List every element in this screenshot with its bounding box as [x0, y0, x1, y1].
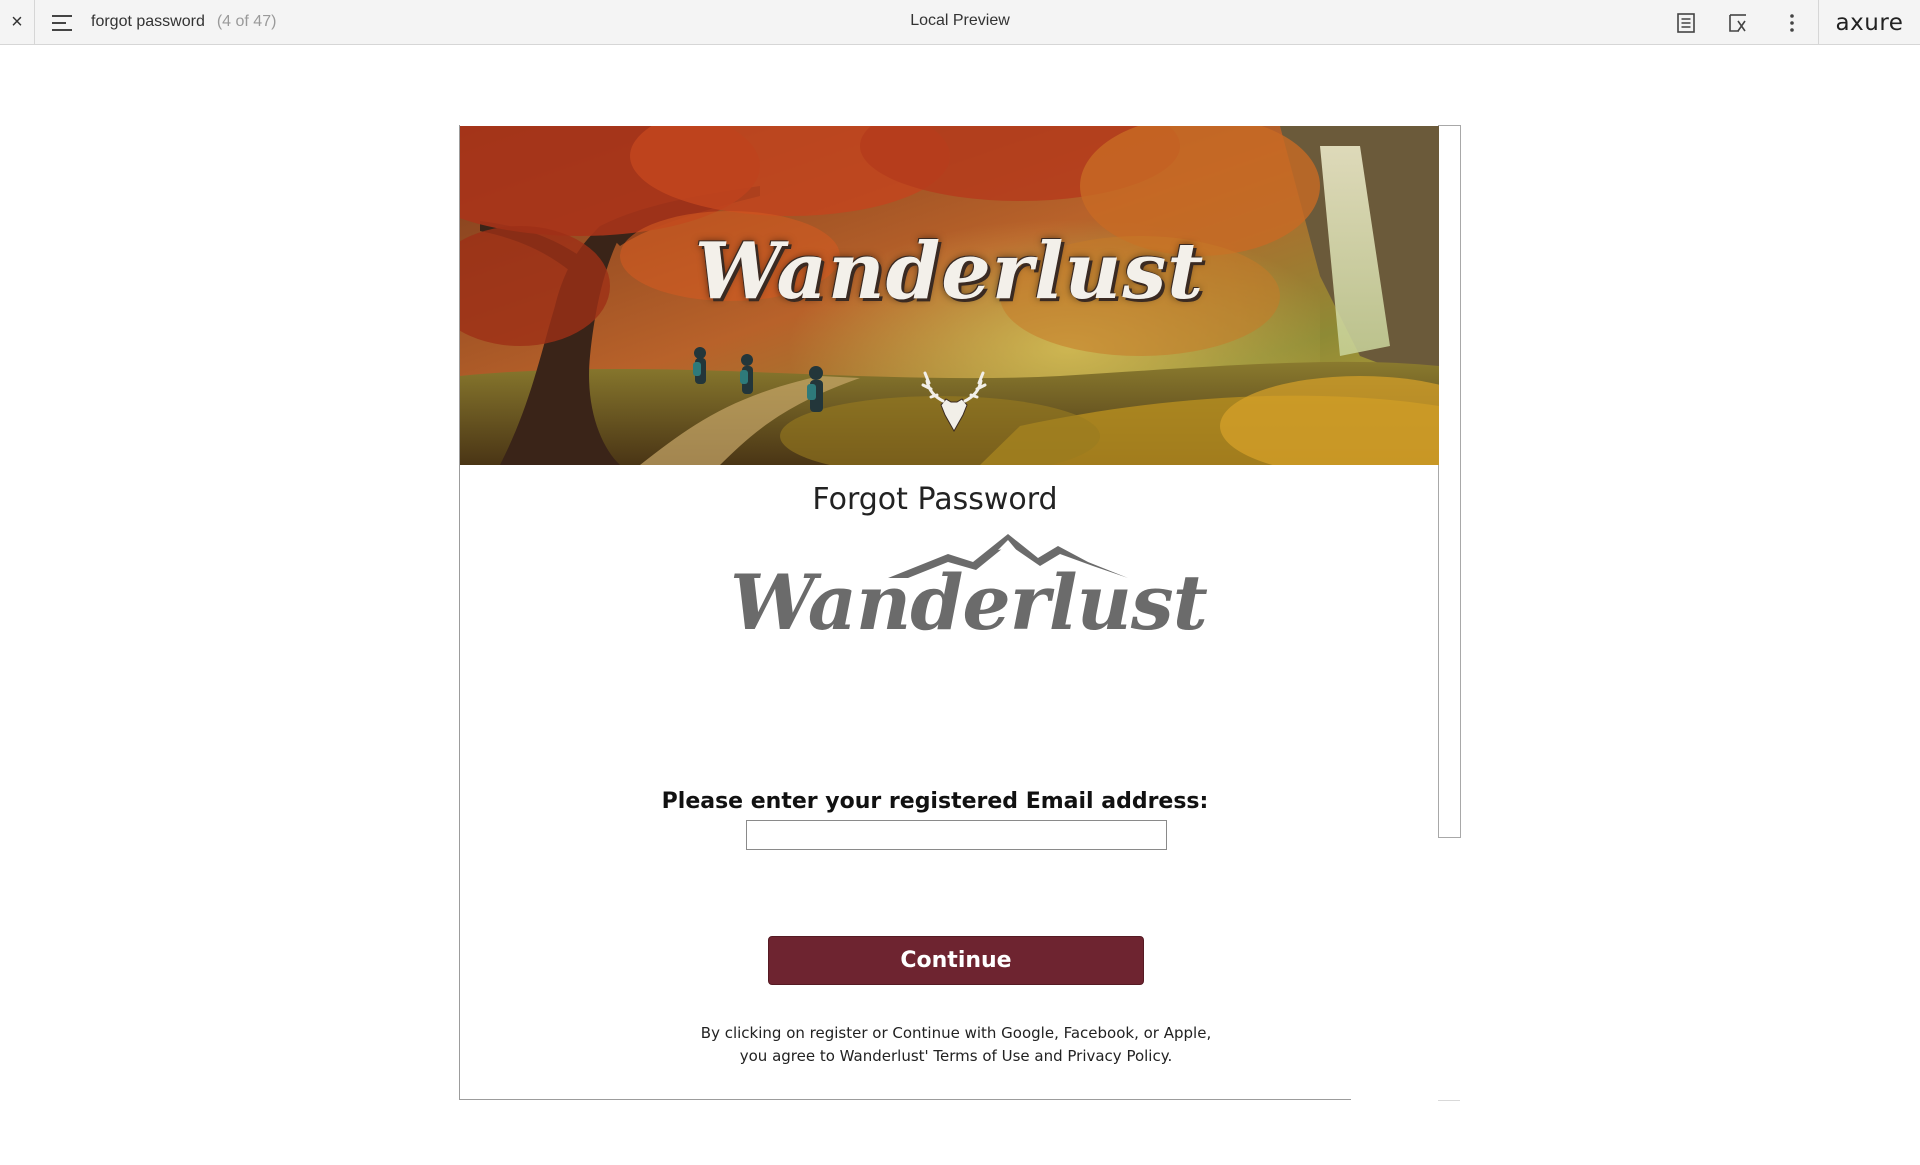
- hero-title: Wanderlust: [694, 226, 1205, 317]
- page-name[interactable]: forgot password (4 of 47): [91, 13, 276, 31]
- brand-text: axure: [1835, 9, 1904, 36]
- close-icon[interactable]: ×: [0, 0, 35, 45]
- legal-line-2: you agree to Wanderlust' Terms of Use an…: [739, 1047, 1173, 1065]
- frame-border-bottom: [459, 1099, 1351, 1100]
- frame-border-segment: [1438, 1100, 1460, 1101]
- scroll-panel[interactable]: [1438, 125, 1461, 838]
- logo-text: Wanderlust: [730, 558, 1208, 647]
- email-input[interactable]: [746, 820, 1167, 850]
- continue-button[interactable]: Continue: [768, 936, 1144, 985]
- page-count: (4 of 47): [216, 13, 277, 30]
- notes-icon[interactable]: [1675, 12, 1697, 34]
- hero-banner: Wanderlust: [460, 126, 1439, 465]
- more-vertical-icon[interactable]: [1781, 12, 1803, 34]
- preview-title: Local Preview: [910, 12, 1010, 29]
- legal-text: By clicking on register or Continue with…: [600, 1022, 1312, 1068]
- stag-icon: [921, 371, 987, 433]
- email-label: Please enter your registered Email addre…: [661, 789, 1209, 814]
- page-title: forgot password: [91, 13, 205, 30]
- hamburger-menu-icon[interactable]: [52, 14, 74, 32]
- preview-toolbar: × forgot password (4 of 47) Local Preview…: [0, 0, 1920, 45]
- axure-logo: axure: [1818, 0, 1920, 45]
- wanderlust-logo: Wanderlust: [730, 530, 1208, 650]
- legal-line-1: By clicking on register or Continue with…: [700, 1024, 1212, 1042]
- page-heading: Forgot Password: [812, 482, 1058, 517]
- variable-icon[interactable]: [1727, 12, 1749, 34]
